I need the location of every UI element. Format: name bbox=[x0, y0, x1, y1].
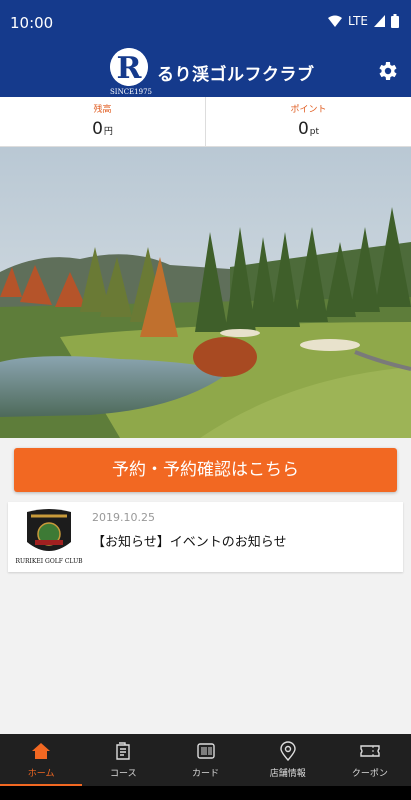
news-date: 2019.10.25 bbox=[92, 511, 155, 524]
balance-cell-points[interactable]: ポイント 0pt bbox=[205, 97, 411, 146]
coupon-icon bbox=[360, 745, 380, 757]
reservation-button[interactable]: 予約・予約確認はこちら bbox=[14, 448, 397, 492]
signal-icon bbox=[374, 15, 385, 27]
news-logo-caption: RURIKEI GOLF CLUB bbox=[15, 558, 83, 565]
course-icon bbox=[116, 742, 130, 760]
logo-letter: R bbox=[117, 51, 143, 86]
news-title: 【お知らせ】イベントのお知らせ bbox=[92, 535, 287, 550]
nav-item-home[interactable]: ホーム bbox=[0, 734, 83, 786]
bottom-navigation: ホーム コース カード 店舗情報 クーポン bbox=[0, 734, 411, 786]
nav-item-coupon[interactable]: クーポン bbox=[329, 734, 411, 786]
news-list-item[interactable]: RURIKEI GOLF CLUB 2019.10.25 【お知らせ】イベントの… bbox=[8, 502, 403, 572]
club-logo-icon: R bbox=[110, 48, 148, 86]
app-title: るり渓ゴルフクラブ bbox=[157, 65, 315, 85]
points-unit: pt bbox=[309, 127, 320, 137]
logo-since: SINCE1975 bbox=[110, 88, 152, 96]
settings-gear-icon[interactable] bbox=[375, 59, 399, 83]
balance-label: 残高 bbox=[93, 105, 112, 115]
balance-amount: 0 bbox=[92, 119, 103, 139]
status-icons: LTE bbox=[328, 14, 399, 28]
status-time: 10:00 bbox=[10, 14, 54, 32]
status-bar: 10:00 LTE bbox=[0, 0, 411, 45]
nav-label: ホーム bbox=[27, 769, 55, 779]
app-header: R SINCE1975 るり渓ゴルフクラブ bbox=[0, 45, 411, 97]
golf-course-hero-image bbox=[0, 147, 411, 438]
location-pin-icon bbox=[280, 741, 296, 761]
points-amount: 0 bbox=[297, 119, 309, 139]
card-icon bbox=[196, 743, 215, 759]
balance-unit: 円 bbox=[103, 127, 113, 137]
system-navigation-bar bbox=[0, 786, 411, 800]
points-value: 0pt bbox=[206, 119, 411, 139]
nav-label: カード bbox=[192, 769, 220, 779]
points-label: ポイント bbox=[290, 105, 327, 115]
home-icon bbox=[32, 743, 51, 759]
wifi-icon bbox=[328, 15, 343, 27]
balance-cell-yen[interactable]: 残高 0円 bbox=[0, 97, 205, 146]
club-emblem-icon bbox=[27, 509, 71, 551]
nav-label: コース bbox=[110, 769, 137, 779]
nav-item-card[interactable]: カード bbox=[164, 734, 246, 786]
balance-value: 0円 bbox=[0, 119, 205, 139]
nav-label: 店舗情報 bbox=[269, 769, 306, 779]
nav-item-store-info[interactable]: 店舗情報 bbox=[247, 734, 329, 786]
nav-item-course[interactable]: コース bbox=[82, 734, 164, 786]
battery-icon bbox=[391, 14, 399, 28]
balance-row: 残高 0円 ポイント 0pt bbox=[0, 97, 411, 147]
nav-label: クーポン bbox=[351, 769, 388, 779]
network-label: LTE bbox=[348, 14, 368, 28]
